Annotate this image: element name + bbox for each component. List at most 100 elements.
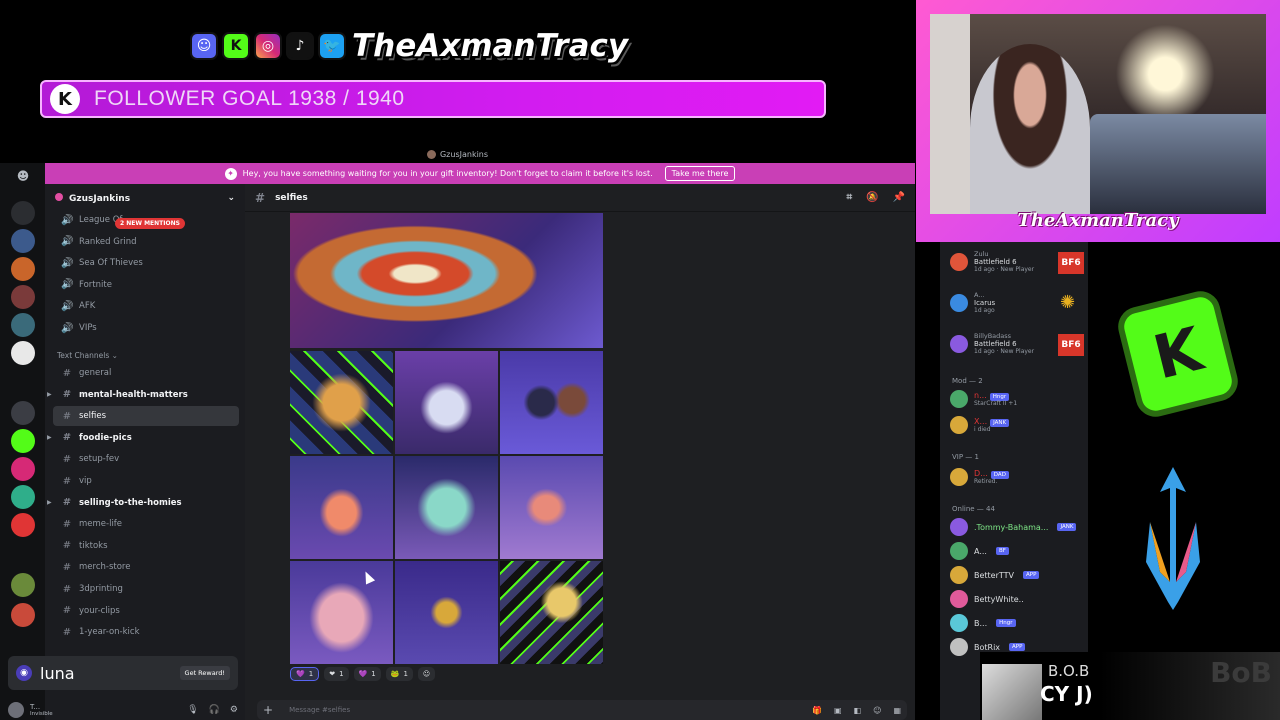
headset-icon[interactable]: 🎧 (209, 705, 220, 715)
chevron-down-icon[interactable]: ⌄ (227, 193, 235, 203)
text-channel-selling-to-the-homies[interactable]: ▶ # selling-to-the-homies (47, 493, 239, 513)
hash-icon: # (62, 432, 72, 444)
message-input[interactable]: Message #selfies (289, 706, 350, 714)
icarus-icon: ✺ (1060, 292, 1076, 313)
text-channel-selfies[interactable]: # selfies (53, 406, 239, 427)
text-channel-1-year-on-kick[interactable]: #1-year-on-kick (53, 622, 239, 642)
channel-label: vip (79, 476, 92, 486)
reaction-button[interactable]: ❤ 1 (324, 667, 349, 681)
voice-channel[interactable]: 🔊 VIPs (53, 318, 239, 338)
text-channel-meme-life[interactable]: # meme-life (53, 514, 239, 534)
text-channel-3dprinting[interactable]: #3dprinting (53, 579, 239, 599)
member-item[interactable]: n... Hngr StarCraft II +1 (950, 390, 1085, 408)
group-header-vip: VIP — 1 (952, 453, 979, 461)
hash-icon: # (62, 497, 72, 509)
server-status-dot (55, 192, 63, 201)
avatar (950, 590, 968, 608)
threads-icon[interactable]: ⌗ (846, 192, 852, 203)
member-item[interactable]: A... BF (950, 542, 1085, 560)
gear-icon[interactable]: ⚙ (230, 705, 238, 715)
speaker-icon: 🔊 (61, 214, 74, 226)
server-icon[interactable] (11, 401, 35, 425)
gift-icon[interactable]: 🎁 (812, 706, 822, 715)
new-mentions-badge[interactable]: 2 NEW MENTIONS (115, 218, 185, 229)
text-channel-merch-store[interactable]: # merch-store (53, 557, 239, 577)
coral-photo[interactable] (500, 456, 603, 559)
take-me-there-button[interactable]: Take me there (664, 166, 736, 181)
member-item[interactable]: X... JANK i died (950, 416, 1085, 434)
channel-name: TheAxmanTracy (352, 28, 629, 64)
coral-photo[interactable] (290, 351, 393, 454)
add-reaction-icon[interactable]: ☺ (417, 667, 436, 681)
server-icon[interactable] (11, 201, 35, 225)
channel-sidebar: GzusJankins ⌄ 🔊 League Of 🔊 Ranked Grind 🔊 Se… (45, 184, 245, 720)
member-name: B... (974, 618, 988, 628)
emoji-icon[interactable]: ☺ (873, 706, 881, 715)
coral-photo[interactable] (290, 456, 393, 559)
server-icon[interactable] (11, 341, 35, 365)
apps-icon[interactable]: ▦ (893, 706, 901, 715)
coral-photo[interactable] (395, 561, 498, 664)
channel-label: tiktoks (79, 540, 108, 551)
text-channel-mental-health-matters[interactable]: ▶ # mental-health-matters (47, 385, 239, 405)
coral-photo-large[interactable] (290, 213, 603, 348)
voice-channel[interactable]: 🔊 Fortnite (53, 275, 239, 295)
text-channel-setup-fev[interactable]: # setup-fev (53, 449, 239, 469)
server-header[interactable]: GzusJankins ⌄ (45, 184, 245, 212)
reaction-button[interactable]: 🐸 1 (385, 667, 413, 681)
mute-icon[interactable]: 🔕 (866, 192, 878, 203)
pin-icon[interactable]: 📌 (893, 192, 905, 203)
coral-photo[interactable] (395, 351, 498, 454)
plus-icon[interactable]: + (263, 703, 273, 717)
discord-home-icon[interactable]: ☻ (14, 169, 32, 183)
coral-photo[interactable] (500, 561, 603, 664)
avatar[interactable] (8, 702, 24, 718)
sticker-icon[interactable]: ◧ (854, 706, 862, 715)
voice-channel[interactable]: 🔊 Ranked Grind (53, 232, 239, 252)
coral-photo[interactable] (395, 456, 498, 559)
text-channel-foodie-pics[interactable]: ▶ # foodie-pics (47, 428, 239, 448)
channel-label: 1-year-on-kick (79, 627, 140, 638)
category-text-channels[interactable]: Text Channels ⌄ (57, 351, 118, 360)
reaction-button[interactable]: 💜 1 (353, 667, 381, 681)
get-reward-button[interactable]: Get Reward! (179, 666, 230, 680)
channel-label: Sea Of Thieves (79, 258, 143, 269)
member-activity: 1d ago · New Player (974, 348, 1035, 355)
hash-icon: # (62, 389, 72, 401)
user-status: Invisible (30, 711, 53, 717)
server-icon[interactable] (11, 573, 35, 597)
server-icon[interactable] (11, 229, 35, 253)
server-icon[interactable] (11, 513, 35, 537)
server-icon[interactable] (11, 603, 35, 627)
channel-label: your-clips (79, 605, 120, 616)
server-icon[interactable] (11, 457, 35, 481)
twitter-icon: 🐦 (318, 32, 346, 60)
voice-channel[interactable]: 🔊 AFK (53, 296, 239, 316)
member-item[interactable]: BettyWhite.. (950, 590, 1085, 608)
member-item[interactable]: D... DAD Retired. (950, 468, 1085, 486)
coral-photo[interactable] (500, 351, 603, 454)
kick-logo: K (1113, 287, 1243, 421)
server-icon[interactable] (11, 313, 35, 337)
member-item[interactable]: .Tommy-Bahama... JANK (950, 518, 1085, 536)
server-icon[interactable] (11, 285, 35, 309)
reaction-button[interactable]: 💜 1 (290, 667, 320, 681)
text-channel-general[interactable]: # general (53, 363, 239, 383)
member-tag: APP (1023, 571, 1040, 579)
voice-channel[interactable]: 🔊 Sea Of Thieves (53, 253, 239, 273)
gif-icon[interactable]: ▣ (834, 706, 842, 715)
microphone-icon[interactable]: 🎙 (187, 705, 198, 715)
member-item[interactable]: B... Hngr (950, 614, 1085, 632)
server-icon[interactable] (11, 257, 35, 281)
avatar (950, 518, 968, 536)
coral-photo[interactable] (290, 561, 393, 664)
member-game: Battlefield 6 (974, 340, 1017, 348)
server-icon[interactable] (11, 429, 35, 453)
text-channel-tiktoks[interactable]: # tiktoks (53, 536, 239, 556)
server-icon[interactable] (11, 485, 35, 509)
text-channel-your-clips[interactable]: # your-clips (53, 601, 239, 621)
text-channel-vip[interactable]: # vip (53, 471, 239, 491)
member-item[interactable]: BetterTTV APP (950, 566, 1085, 584)
channel-label: 3dprinting (79, 584, 123, 594)
now-playing-widget: B.O.B CY J) BoB (980, 652, 1280, 720)
